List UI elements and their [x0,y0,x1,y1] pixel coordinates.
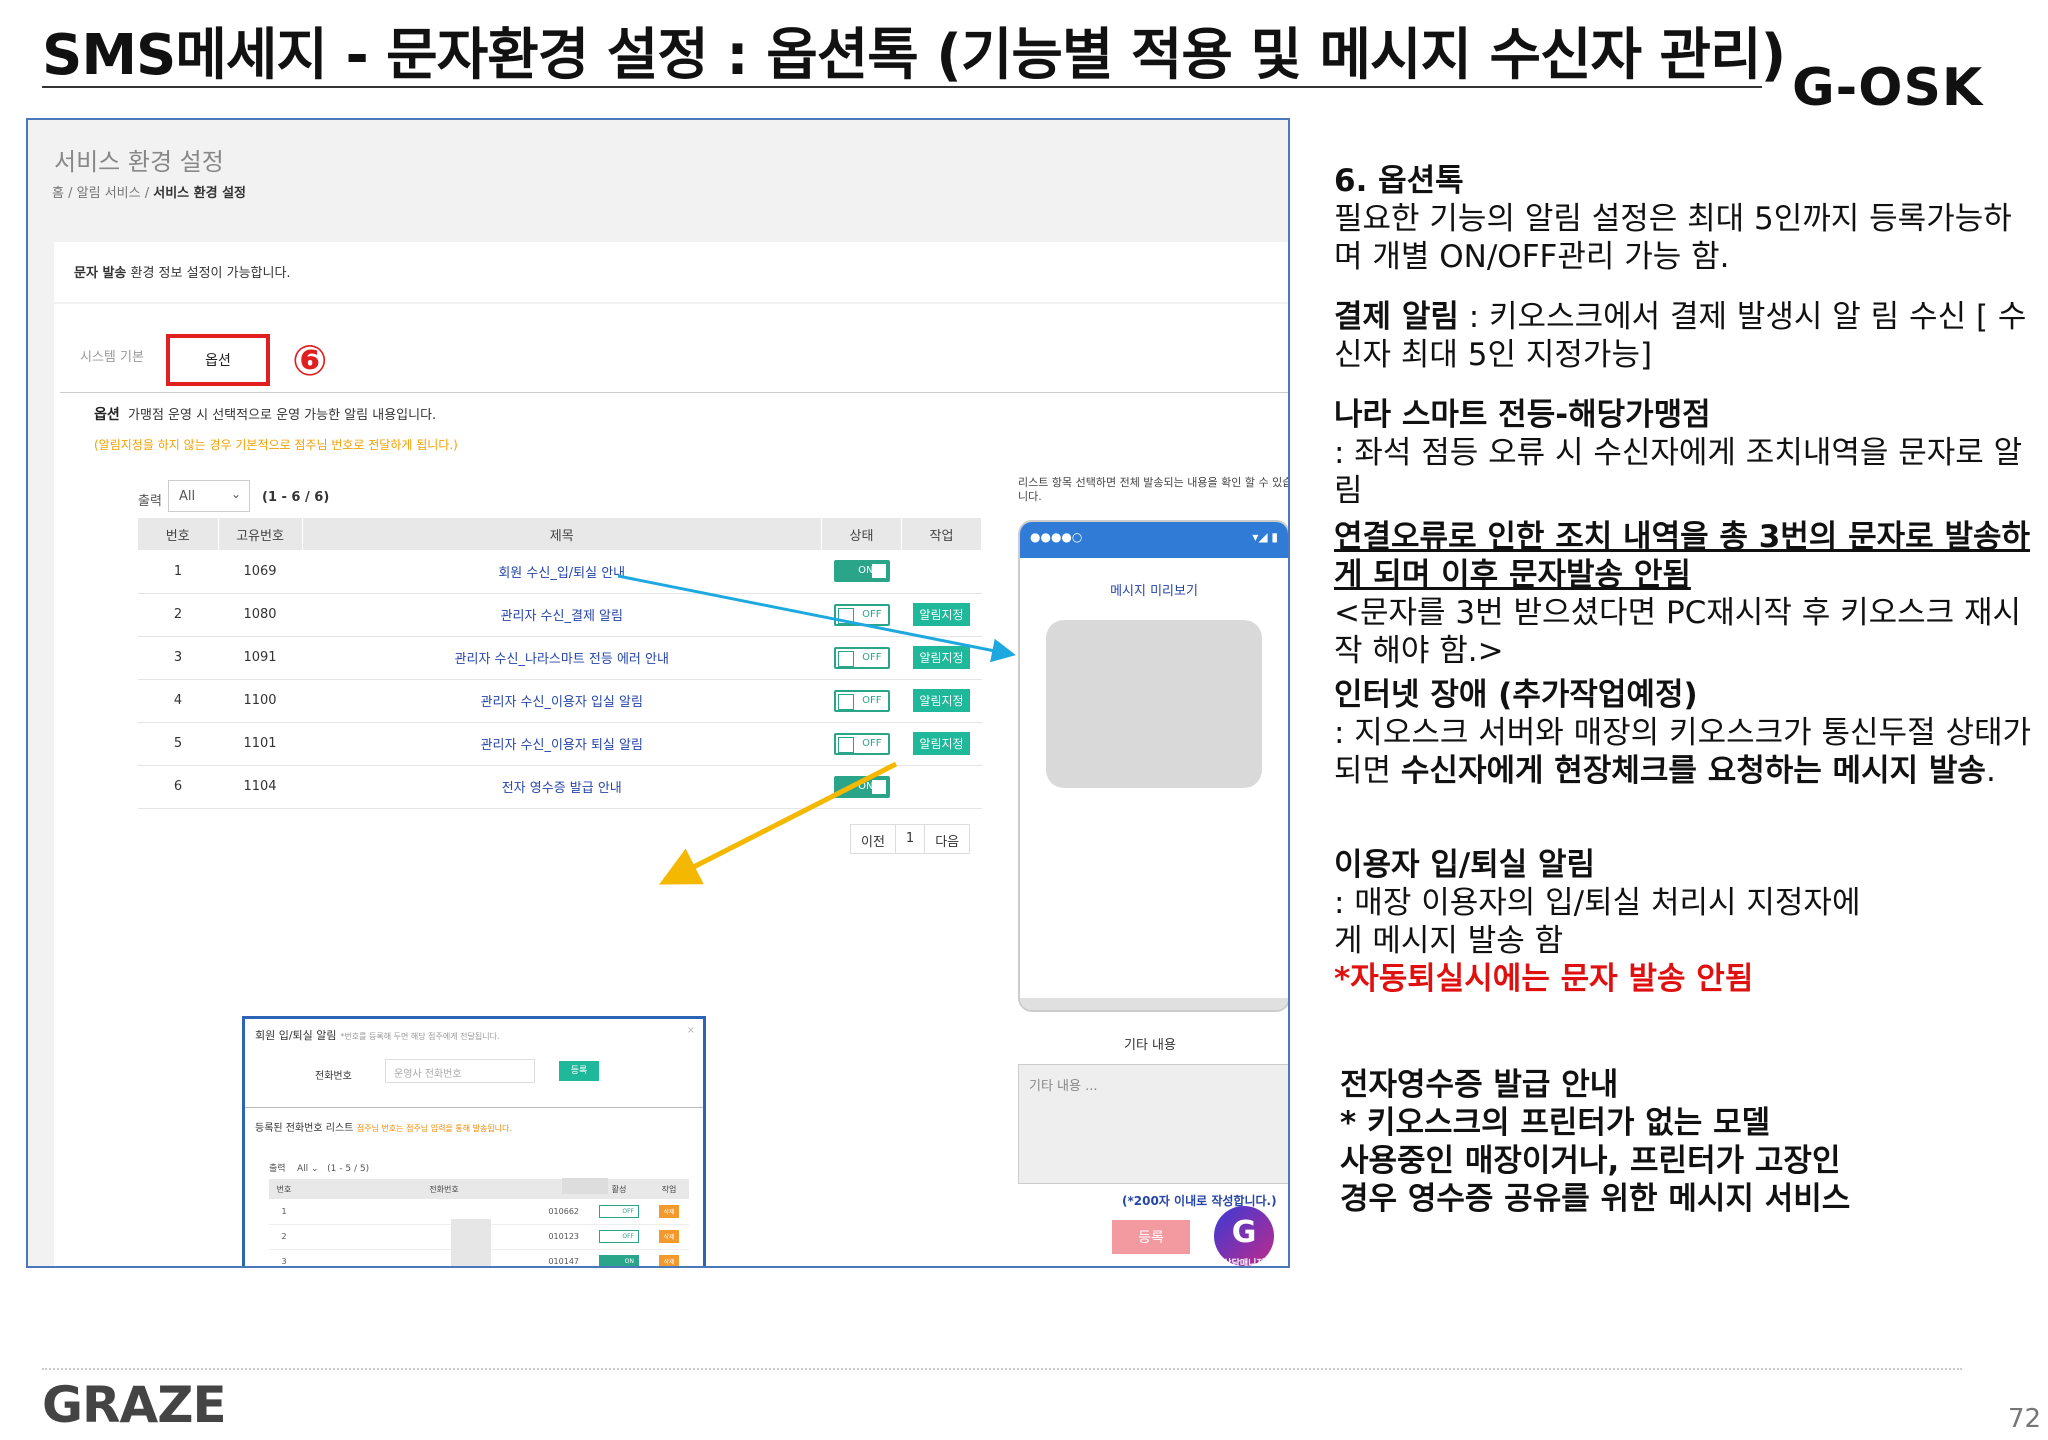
footer-divider [42,1368,1962,1370]
yellow-arrow [659,761,898,885]
note-payment: 결제 알림 : 키오스크에서 결제 발생시 알 림 수신 [ 수신자 최대 5인… [1334,299,2027,373]
slide: SMS메세지 - 문자환경 설정 : 옵션톡 (기능별 적용 및 메시지 수신자… [0,0,2048,1440]
note-entry-exit: 이용자 입/퇴실 알림 : 매장 이용자의 입/퇴실 처리시 지정자에 게 메시… [1334,847,1861,997]
note-body: 필요한 기능의 알림 설정은 최대 5인까지 등록가능하며 개별 ON/OFF관… [1334,201,2012,275]
note-e-receipt: 전자영수증 발급 안내 * 키오스크의 프린터가 없는 모델 사용중인 매장이거… [1340,1067,1851,1217]
blue-arrow [617,574,1016,663]
note-heading: 6. 옵션톡 [1334,163,1464,199]
note-internet: 인터넷 장애 (추가작업예정) : 지오스크 서버와 매장의 키오스크가 통신두… [1334,677,2032,789]
page-number: 72 [2008,1404,2042,1434]
note-option-talk: 6. 옵션톡 필요한 기능의 알림 설정은 최대 5인까지 등록가능하며 개별 … [1334,162,2034,276]
graze-logo: GRAZE [42,1376,227,1434]
note-smart-light: 나라 스마트 전등-해당가맹점 : 좌석 점등 오류 시 수신자에게 조치내역을… [1334,397,2031,669]
